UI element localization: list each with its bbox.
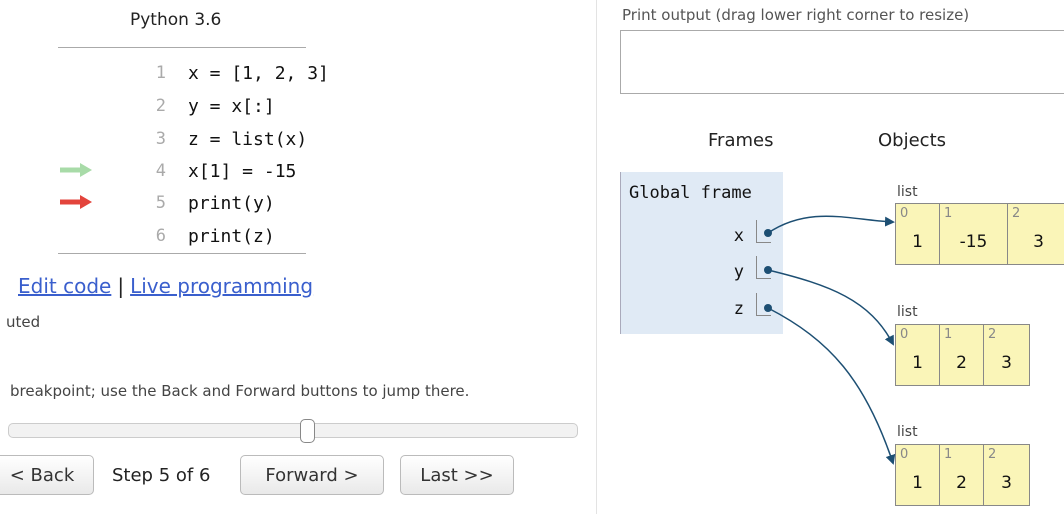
- pointer-arrow-y: [767, 269, 894, 346]
- pointer-arrow-x: [767, 215, 895, 234]
- pointer-arrow-z: [767, 307, 896, 465]
- pointer-arrows: [767, 215, 896, 465]
